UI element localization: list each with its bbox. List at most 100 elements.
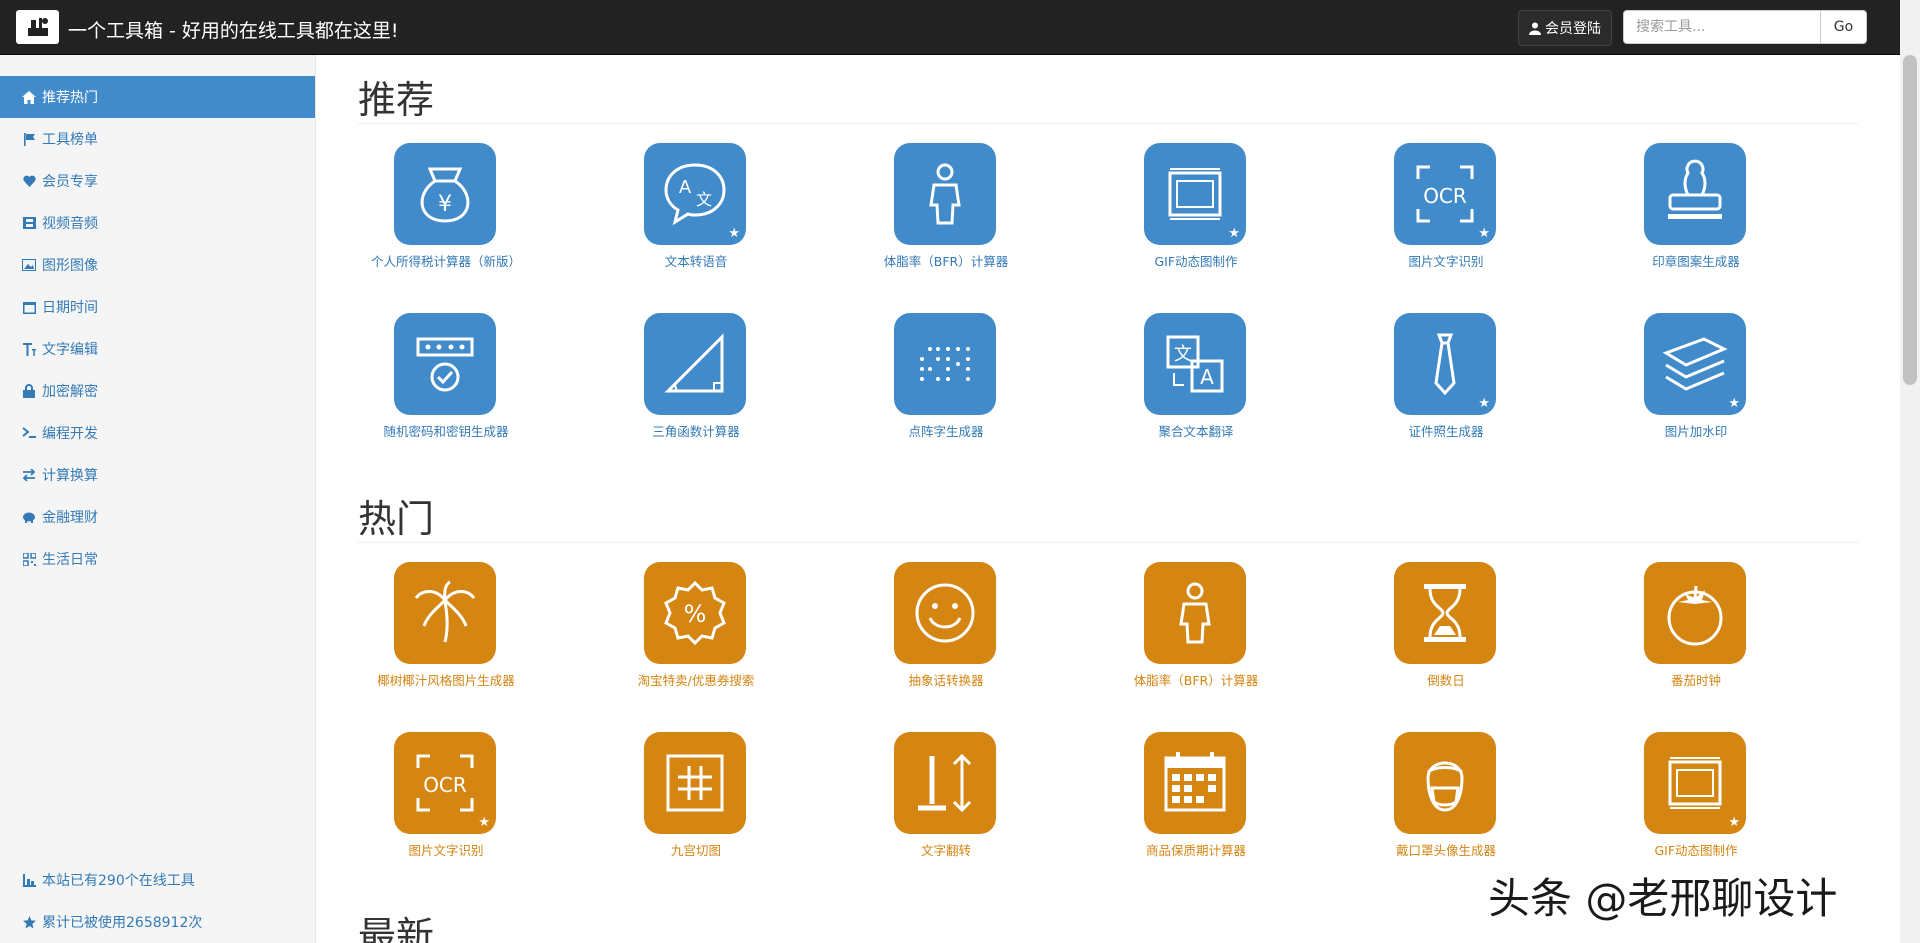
tool-card[interactable]: 抽象话转换器 bbox=[826, 562, 1066, 722]
tomato-icon[interactable] bbox=[1644, 562, 1746, 664]
tool-card[interactable]: 体脂率（BFR）计算器 bbox=[1076, 562, 1316, 722]
site-title[interactable]: 一个工具箱 - 好用的在线工具都在这里! bbox=[68, 16, 399, 43]
tool-card[interactable]: A 文 ★ 文本转语音 bbox=[576, 143, 816, 303]
tool-label[interactable]: 番茄时钟 bbox=[1576, 670, 1816, 689]
ocr-icon[interactable]: OCR ★ bbox=[1394, 143, 1496, 245]
tool-label[interactable]: 商品保质期计算器 bbox=[1076, 840, 1316, 859]
tool-card[interactable]: ★ 图片加水印 bbox=[1576, 313, 1816, 473]
calendar-grid-icon[interactable] bbox=[1144, 732, 1246, 834]
tool-label[interactable]: 证件照生成器 bbox=[1326, 421, 1566, 440]
mask-face-icon[interactable] bbox=[1394, 732, 1496, 834]
sidebar-item-calculate[interactable]: 计算换算 bbox=[0, 454, 315, 496]
tool-label[interactable]: 文本转语音 bbox=[576, 251, 816, 270]
search-input[interactable] bbox=[1623, 10, 1821, 44]
tool-card[interactable]: 九宫切图 bbox=[576, 732, 816, 892]
tool-label[interactable]: 聚合文本翻译 bbox=[1076, 421, 1316, 440]
tool-card[interactable]: 三角函数计算器 bbox=[576, 313, 816, 473]
tool-label[interactable]: 九宫切图 bbox=[576, 840, 816, 859]
tool-card[interactable]: ¥ 个人所得税计算器（新版） bbox=[326, 143, 566, 303]
sidebar-item-video-audio[interactable]: 视频音频 bbox=[0, 202, 315, 244]
tool-card[interactable]: 番茄时钟 bbox=[1576, 562, 1816, 722]
tool-label[interactable]: 戴口罩头像生成器 bbox=[1326, 840, 1566, 859]
tool-label[interactable]: GIF动态图制作 bbox=[1576, 840, 1816, 859]
ocr-icon[interactable]: OCR ★ bbox=[394, 732, 496, 834]
tool-card[interactable]: 商品保质期计算器 bbox=[1076, 732, 1316, 892]
film-frame-icon[interactable]: ★ bbox=[1644, 732, 1746, 834]
tool-card[interactable]: % 淘宝特卖/优惠券搜索 bbox=[576, 562, 816, 722]
tool-card[interactable]: 文字翻转 bbox=[826, 732, 1066, 892]
site-logo-icon[interactable] bbox=[16, 10, 59, 44]
tool-label[interactable]: 椰树椰汁风格图片生成器 bbox=[326, 670, 566, 689]
tool-card[interactable]: 点阵字生成器 bbox=[826, 313, 1066, 473]
tool-card[interactable]: 椰树椰汁风格图片生成器 bbox=[326, 562, 566, 722]
tool-label[interactable]: 倒数日 bbox=[1326, 670, 1566, 689]
translate-bubble-icon[interactable]: A 文 ★ bbox=[644, 143, 746, 245]
tool-label[interactable]: 文字翻转 bbox=[826, 840, 1066, 859]
tool-label[interactable]: 抽象话转换器 bbox=[826, 670, 1066, 689]
star-icon: ★ bbox=[1478, 226, 1490, 241]
tool-count-stat: 本站已有290个在线工具 bbox=[22, 870, 195, 890]
svg-text:¥: ¥ bbox=[438, 192, 452, 217]
percent-badge-icon[interactable]: % bbox=[644, 562, 746, 664]
sidebar-item-label: 金融理财 bbox=[42, 510, 98, 526]
sidebar-item-daily-life[interactable]: 生活日常 bbox=[0, 538, 315, 580]
star-icon: ★ bbox=[1228, 226, 1240, 241]
dot-matrix-icon[interactable] bbox=[894, 313, 996, 415]
tool-card[interactable]: OCR ★ 图片文字识别 bbox=[326, 732, 566, 892]
tool-label[interactable]: 随机密码和密钥生成器 bbox=[326, 421, 566, 440]
search-go-button[interactable]: Go bbox=[1820, 10, 1867, 44]
sidebar-item-text-edit[interactable]: 文字编辑 bbox=[0, 328, 315, 370]
password-check-icon[interactable] bbox=[394, 313, 496, 415]
tool-card[interactable]: OCR ★ 图片文字识别 bbox=[1326, 143, 1566, 303]
layers-icon[interactable]: ★ bbox=[1644, 313, 1746, 415]
tool-label[interactable]: 体脂率（BFR）计算器 bbox=[1076, 670, 1316, 689]
person-icon[interactable] bbox=[894, 143, 996, 245]
tool-card[interactable]: ★ GIF动态图制作 bbox=[1076, 143, 1316, 303]
translate-icon[interactable]: 文A bbox=[1144, 313, 1246, 415]
member-login-button[interactable]: 会员登陆 bbox=[1518, 10, 1612, 46]
sidebar-item-finance[interactable]: 金融理财 bbox=[0, 496, 315, 538]
sidebar-item-programming[interactable]: 编程开发 bbox=[0, 412, 315, 454]
tool-card[interactable]: 文 A 聚合文本翻译 bbox=[1076, 313, 1316, 473]
tool-label[interactable]: 点阵字生成器 bbox=[826, 421, 1066, 440]
tool-label[interactable]: 淘宝特卖/优惠券搜索 bbox=[576, 670, 816, 689]
person-icon[interactable] bbox=[1144, 562, 1246, 664]
sidebar-item-crypto[interactable]: 加密解密 bbox=[0, 370, 315, 412]
watermark-text: 头条 @老邢聊设计 bbox=[1488, 874, 1838, 923]
tool-label[interactable]: 三角函数计算器 bbox=[576, 421, 816, 440]
tool-card[interactable]: 体脂率（BFR）计算器 bbox=[826, 143, 1066, 303]
tool-card[interactable]: ★ 证件照生成器 bbox=[1326, 313, 1566, 473]
piggy-icon bbox=[22, 510, 36, 524]
film-frame-icon[interactable]: ★ bbox=[1144, 143, 1246, 245]
tool-label[interactable]: 印章图案生成器 bbox=[1576, 251, 1816, 270]
page-scrollbar[interactable] bbox=[1900, 0, 1920, 943]
sidebar-item-datetime[interactable]: 日期时间 bbox=[0, 286, 315, 328]
sidebar-item-rankings[interactable]: 工具榜单 bbox=[0, 118, 315, 160]
grid-icon[interactable] bbox=[644, 732, 746, 834]
tool-label[interactable]: 图片加水印 bbox=[1576, 421, 1816, 440]
sidebar-item-graphics[interactable]: 图形图像 bbox=[0, 244, 315, 286]
qrcode-icon bbox=[22, 552, 36, 566]
palm-tree-icon[interactable] bbox=[394, 562, 496, 664]
scrollbar-thumb[interactable] bbox=[1903, 55, 1917, 385]
tool-card[interactable]: 随机密码和密钥生成器 bbox=[326, 313, 566, 473]
triangle-icon[interactable] bbox=[644, 313, 746, 415]
tool-label[interactable]: 图片文字识别 bbox=[1326, 251, 1566, 270]
smile-icon[interactable] bbox=[894, 562, 996, 664]
tool-label[interactable]: 个人所得税计算器（新版） bbox=[326, 251, 566, 270]
section-divider bbox=[358, 542, 1858, 543]
money-bag-icon[interactable]: ¥ bbox=[394, 143, 496, 245]
tool-label[interactable]: GIF动态图制作 bbox=[1076, 251, 1316, 270]
svg-text:A: A bbox=[679, 177, 692, 198]
tool-label[interactable]: 图片文字识别 bbox=[326, 840, 566, 859]
tool-card[interactable]: 印章图案生成器 bbox=[1576, 143, 1816, 303]
hourglass-icon[interactable] bbox=[1394, 562, 1496, 664]
tool-card[interactable]: 倒数日 bbox=[1326, 562, 1566, 722]
text-flip-icon[interactable] bbox=[894, 732, 996, 834]
stamp-icon[interactable] bbox=[1644, 143, 1746, 245]
tool-label[interactable]: 体脂率（BFR）计算器 bbox=[826, 251, 1066, 270]
svg-text:文: 文 bbox=[1174, 344, 1192, 365]
tie-icon[interactable]: ★ bbox=[1394, 313, 1496, 415]
sidebar-item-recommended[interactable]: 推荐热门 bbox=[0, 76, 315, 118]
sidebar-item-members[interactable]: 会员专享 bbox=[0, 160, 315, 202]
